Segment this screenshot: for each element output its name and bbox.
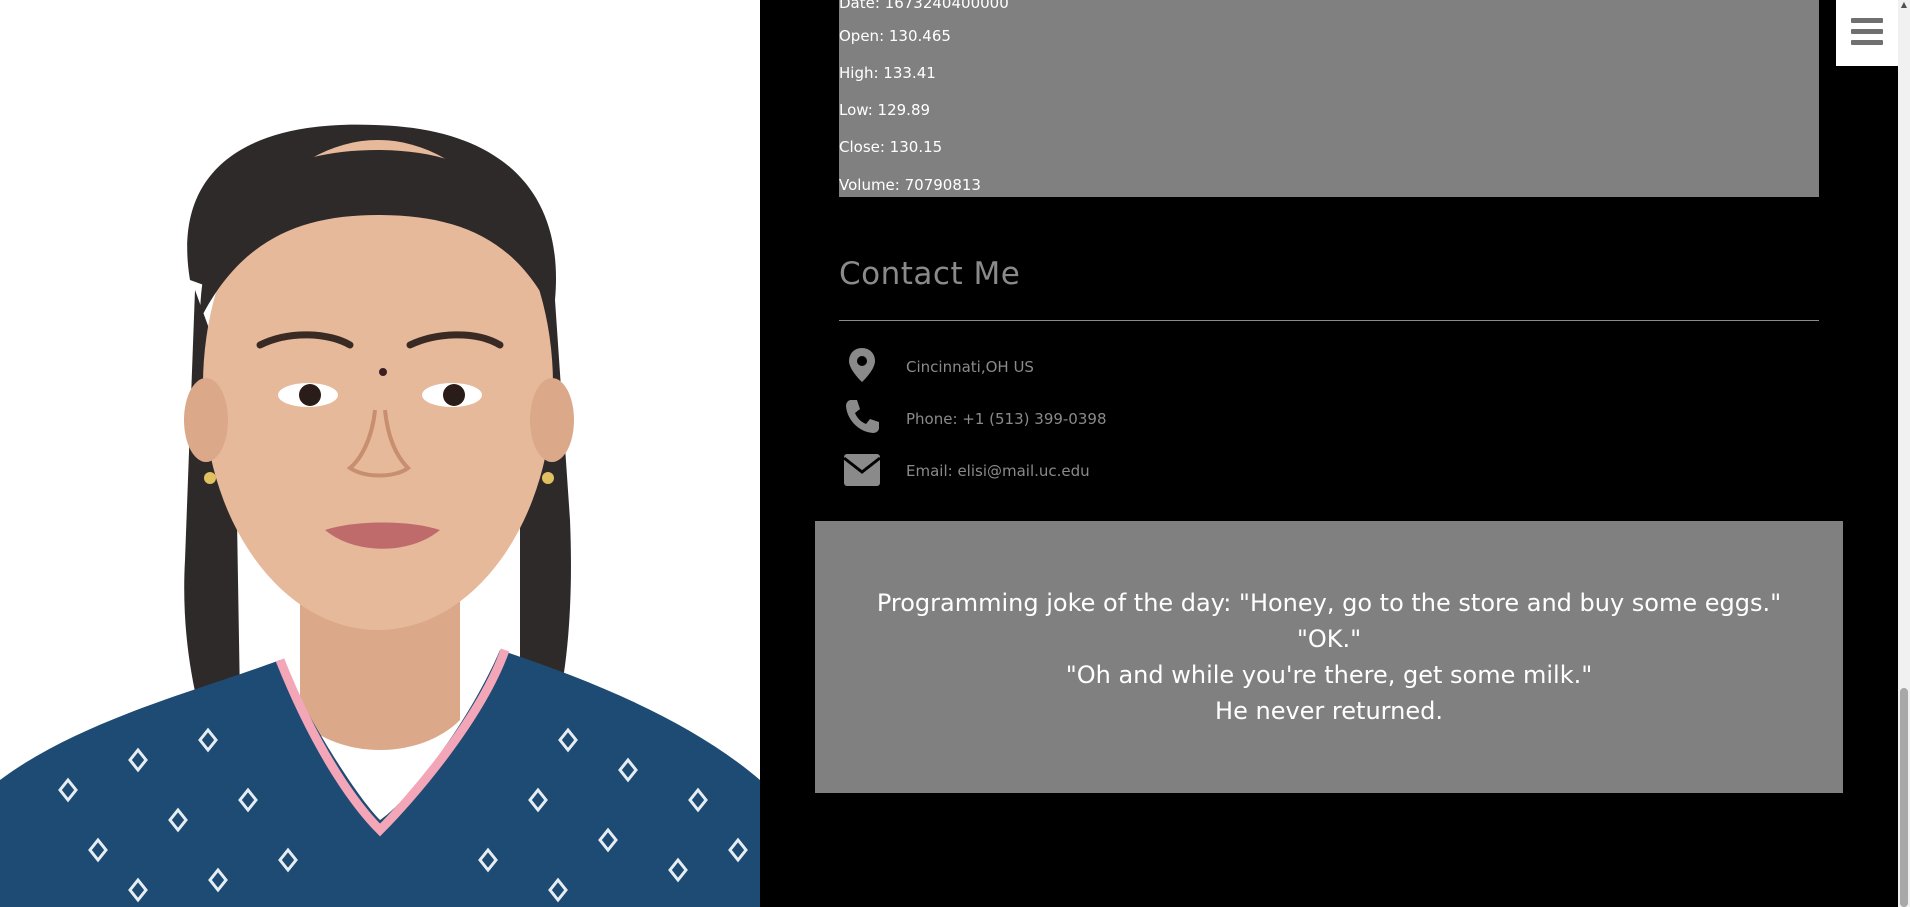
stock-volume: Volume: 70790813 (839, 176, 981, 194)
contact-phone-row: Phone: +1 (513) 399-0398 (839, 396, 1819, 440)
portrait-photo (0, 0, 760, 907)
contact-phone: Phone: +1 (513) 399-0398 (906, 410, 1107, 428)
stock-data-box: Date: 1673240400000 Open: 130.465 High: … (839, 0, 1819, 197)
stock-low: Low: 129.89 (839, 101, 931, 119)
scrollbar[interactable]: ▲ (1898, 0, 1910, 907)
menu-button[interactable] (1836, 0, 1898, 66)
joke-line-1: Programming joke of the day: "Honey, go … (876, 589, 1782, 617)
page: Date: 1673240400000 Open: 130.465 High: … (0, 0, 1910, 907)
map-marker-icon (839, 344, 885, 388)
joke-line-4: He never returned. (1215, 697, 1443, 725)
contact-location-row: Cincinnati,OH US (839, 344, 1819, 388)
stock-date: Date: 1673240400000 (839, 0, 1009, 12)
phone-icon (839, 396, 885, 440)
envelope-icon (839, 448, 885, 492)
contact-divider (839, 320, 1819, 321)
contact-location: Cincinnati,OH US (906, 358, 1034, 376)
content-panel: Date: 1673240400000 Open: 130.465 High: … (760, 0, 1898, 907)
scroll-up-icon[interactable]: ▲ (1899, 0, 1909, 10)
scrollbar-thumb[interactable] (1900, 688, 1908, 907)
joke-line-2: "OK." (1296, 625, 1362, 653)
stock-high: High: 133.41 (839, 64, 936, 82)
contact-heading: Contact Me (839, 256, 1021, 292)
contact-email[interactable]: Email: elisi@mail.uc.edu (906, 462, 1090, 480)
joke-box: Programming joke of the day: "Honey, go … (815, 521, 1843, 793)
stock-close: Close: 130.15 (839, 138, 943, 156)
stock-open: Open: 130.465 (839, 27, 951, 45)
contact-email-row: Email: elisi@mail.uc.edu (839, 448, 1819, 492)
joke-line-3: "Oh and while you're there, get some mil… (1065, 661, 1593, 689)
